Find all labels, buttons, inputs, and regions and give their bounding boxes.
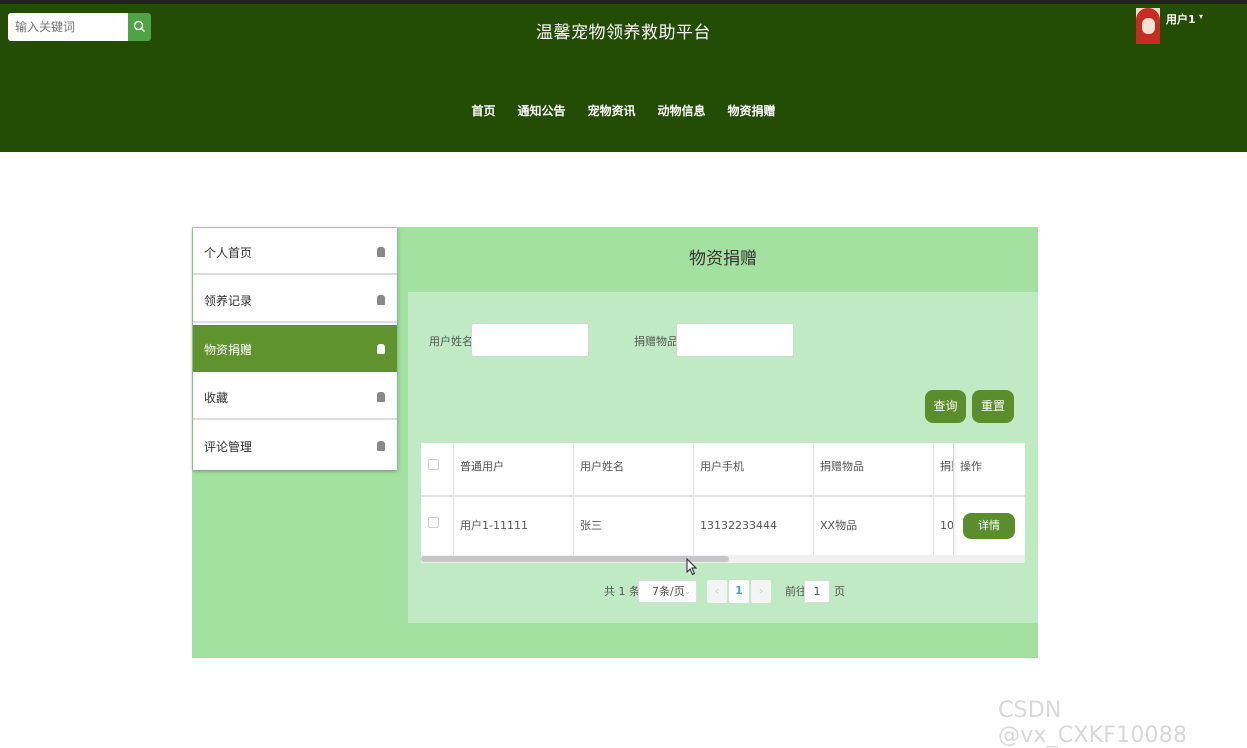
user-name-label: 用户姓名 [429, 335, 473, 348]
favorite-icon [377, 392, 385, 402]
donate-icon [377, 344, 385, 354]
sidebar-item-donation[interactable]: 物资捐赠 [193, 325, 397, 372]
donation-table: 普通用户 用户姓名 用户手机 捐赠物品 捐赠 操作 用户1-11111 张三 1… [421, 443, 1025, 563]
page-unit-label: 页 [834, 585, 845, 598]
prev-page-button[interactable]: ‹ [707, 580, 727, 603]
comment-icon [377, 441, 385, 451]
sidebar-item-home[interactable]: 个人首页 [193, 228, 397, 275]
column-header[interactable]: 捐赠物品 [814, 443, 934, 495]
watermark: CSDN @vx_CXKF10088 [998, 698, 1188, 748]
column-header: 操作 [960, 460, 982, 473]
sidebar-item-label: 物资捐赠 [204, 343, 253, 357]
reset-button[interactable]: 重置 [972, 390, 1014, 423]
user-name[interactable]: 用户1 [1166, 11, 1196, 27]
sidebar: 个人首页 领养记录 物资捐赠 收藏 评论管理 [193, 228, 397, 470]
sidebar-item-comments[interactable]: 评论管理 [193, 422, 397, 469]
mouse-cursor-icon [686, 558, 698, 576]
user-name-input[interactable] [471, 323, 589, 357]
page-number-current[interactable]: 1 [729, 580, 749, 603]
scrollbar-thumb[interactable] [421, 556, 729, 562]
page-size-value: 7条/页 [652, 585, 685, 598]
chevron-down-icon: ⌄ [684, 587, 691, 596]
query-button[interactable]: 查询 [925, 390, 966, 423]
nav-pet-news[interactable]: 宠物资讯 [587, 102, 635, 119]
table-cell: 13132233444 [694, 497, 814, 555]
main-nav: 首页 通知公告 宠物资讯 动物信息 物资捐赠 [0, 102, 1247, 119]
column-header[interactable]: 捐赠 [934, 443, 954, 495]
chevron-down-icon[interactable]: ▾ [1199, 12, 1203, 21]
column-header[interactable]: 普通用户 [454, 443, 574, 495]
table-cell: 张三 [574, 497, 694, 555]
nav-animal-info[interactable]: 动物信息 [658, 102, 706, 119]
donation-item-label: 捐赠物品 [634, 335, 678, 348]
donation-item-input[interactable] [676, 323, 794, 357]
sidebar-item-label: 收藏 [204, 391, 229, 405]
table-cell: 10 [934, 497, 954, 555]
nav-notice[interactable]: 通知公告 [517, 102, 565, 119]
record-icon [377, 295, 385, 305]
sidebar-item-label: 个人首页 [204, 246, 253, 260]
column-header[interactable]: 用户手机 [694, 443, 814, 495]
page-title: 物资捐赠 [689, 249, 757, 269]
user-avatar[interactable] [1136, 8, 1160, 44]
select-all-cell [421, 443, 454, 495]
page-size-select[interactable]: 7条/页 ⌄ [638, 580, 697, 603]
goto-page-input[interactable]: 1 [804, 580, 830, 603]
fixed-column-shadow [953, 443, 959, 555]
pagination-total: 共 1 条 [604, 585, 640, 598]
column-header[interactable]: 用户姓名 [574, 443, 694, 495]
detail-button[interactable]: 详情 [963, 513, 1015, 539]
table-cell: XX物品 [814, 497, 934, 555]
nav-donation[interactable]: 物资捐赠 [728, 102, 776, 119]
sidebar-item-label: 领养记录 [204, 294, 253, 308]
sidebar-item-adoption[interactable]: 领养记录 [193, 276, 397, 323]
nav-home[interactable]: 首页 [471, 102, 495, 119]
table-cell: 用户1-11111 [454, 497, 574, 555]
row-select-cell [421, 497, 454, 555]
sidebar-item-favorites[interactable]: 收藏 [193, 373, 397, 420]
next-page-button[interactable]: › [751, 580, 771, 603]
header: 温馨宠物领养救助平台 用户1 ▾ 首页 通知公告 宠物资讯 动物信息 物资捐赠 [0, 4, 1247, 152]
sidebar-item-label: 评论管理 [204, 440, 253, 454]
site-title: 温馨宠物领养救助平台 [536, 23, 711, 43]
user-icon [377, 247, 385, 257]
row-checkbox[interactable] [428, 517, 439, 528]
select-all-checkbox[interactable] [428, 459, 439, 470]
